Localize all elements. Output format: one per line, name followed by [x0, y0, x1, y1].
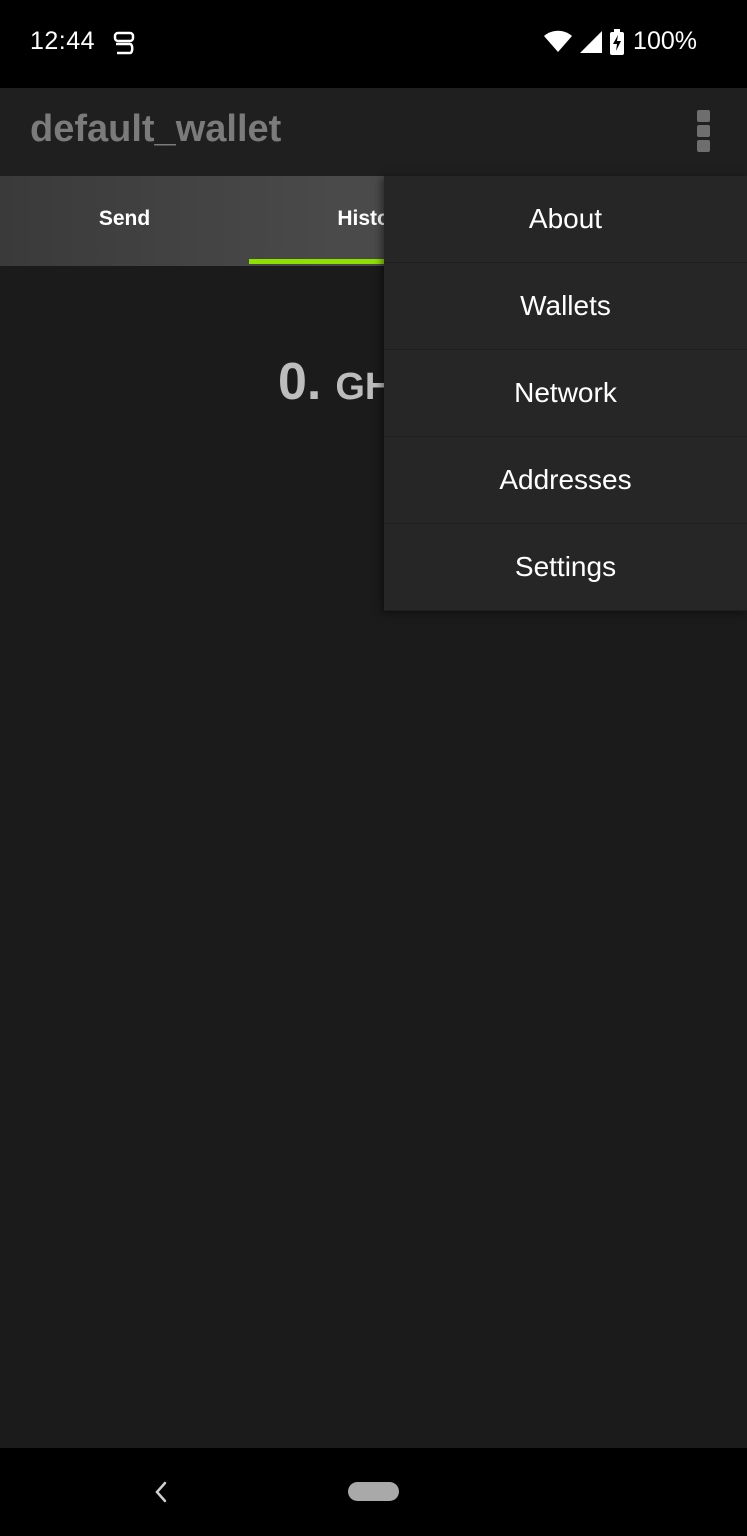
wifi-icon [543, 30, 573, 54]
status-icons: 100% [543, 27, 697, 56]
wallet-title: default_wallet [30, 108, 282, 150]
overflow-menu-icon[interactable] [690, 110, 716, 156]
screen: 12:44 100% default_wallet Send History 0… [0, 0, 747, 1536]
signal-icon [579, 30, 603, 54]
menu-item-about[interactable]: About [384, 176, 747, 263]
balance-amount: 0. [278, 353, 322, 411]
menu-item-settings[interactable]: Settings [384, 524, 747, 611]
navigation-bar [0, 1448, 747, 1536]
menu-item-network[interactable]: Network [384, 350, 747, 437]
back-icon[interactable] [150, 1478, 172, 1506]
balance-display: 0. GH [278, 352, 392, 412]
notification-app-icon [112, 30, 136, 58]
status-time: 12:44 [30, 27, 96, 55]
app-bar: default_wallet [0, 88, 747, 176]
home-pill-icon[interactable] [348, 1482, 399, 1501]
overflow-menu: About Wallets Network Addresses Settings [384, 176, 747, 611]
menu-item-wallets[interactable]: Wallets [384, 263, 747, 350]
battery-percentage: 100% [633, 27, 697, 55]
status-bar: 12:44 100% [0, 0, 747, 88]
tab-send[interactable]: Send [0, 176, 249, 266]
battery-charging-icon [609, 28, 625, 55]
menu-item-addresses[interactable]: Addresses [384, 437, 747, 524]
